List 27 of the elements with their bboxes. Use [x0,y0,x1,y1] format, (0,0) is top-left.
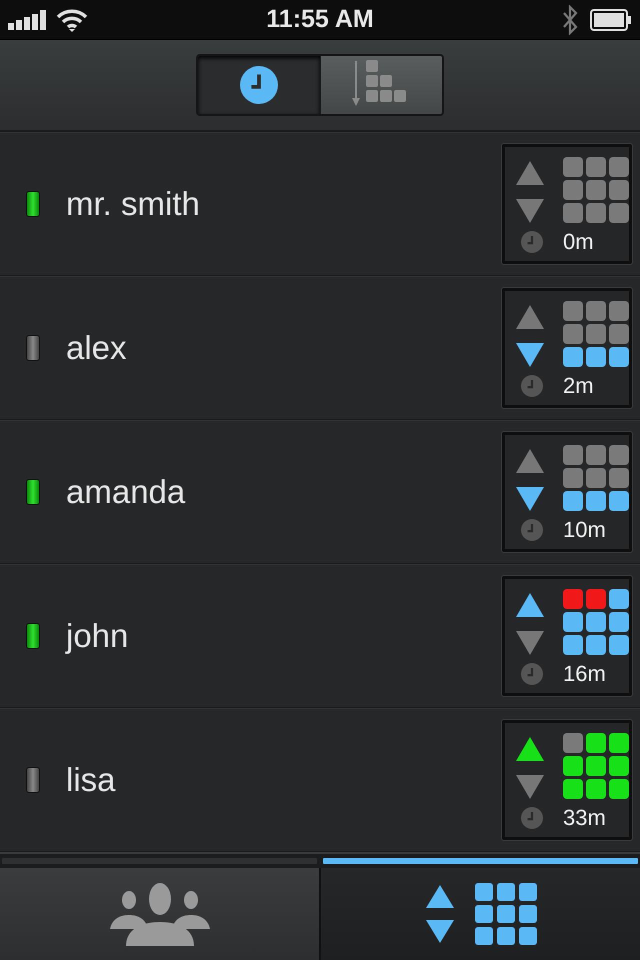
battery-icon [590,8,632,30]
status-time: 11:55 AM [266,5,374,34]
grid-icon [474,883,536,945]
clock-icon [521,807,543,829]
person-name[interactable]: amanda [66,473,502,511]
bluetooth-icon [562,4,578,34]
scores-tab[interactable] [319,868,640,960]
elapsed-time: 10m [563,517,607,543]
person-name[interactable]: alex [66,329,502,367]
person-name[interactable]: mr. smith [66,185,502,223]
arrows-icon [424,884,454,944]
wifi-icon [56,8,88,32]
clock-icon [521,663,543,685]
elapsed-time: 16m [563,661,607,687]
person-name[interactable]: lisa [66,761,502,799]
clock-icon [521,375,543,397]
people-tab[interactable] [0,868,319,960]
person-name[interactable]: john [66,617,502,655]
people-icon [110,882,210,946]
clock-icon [521,519,543,541]
clock-icon [240,66,278,104]
clock-icon [521,231,543,253]
signal-icon [8,10,46,30]
time-sort-tab[interactable] [198,56,320,114]
elapsed-time: 2m [563,373,595,399]
elapsed-time: 0m [563,229,595,255]
elapsed-time: 33m [563,805,607,831]
